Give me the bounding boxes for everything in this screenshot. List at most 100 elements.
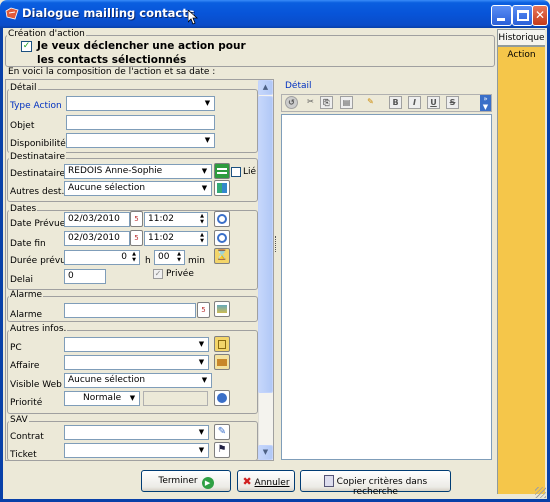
annuler-label: Annuler: [254, 478, 290, 488]
contrat-open-button[interactable]: ✎: [214, 424, 230, 440]
time-fin-input[interactable]: 11:02 ▲ ▼: [144, 231, 208, 246]
duration-button[interactable]: ⌛: [214, 248, 230, 264]
disponibilite-label: Disponibilité: [10, 139, 66, 149]
contact-card-button[interactable]: [214, 163, 230, 179]
tab-historique[interactable]: Historique: [497, 29, 545, 46]
toolbar-more-icon[interactable]: » ▼: [480, 95, 491, 111]
italic-icon[interactable]: I: [408, 96, 421, 109]
copier-criteres-button[interactable]: Copier critères dans recherche: [300, 470, 451, 497]
chevron-down-icon[interactable]: ▼: [196, 357, 207, 368]
date-prevue-input[interactable]: 02/03/2010: [64, 212, 130, 227]
contrat-select[interactable]: ▼: [64, 425, 209, 440]
editor-label: Détail: [285, 81, 312, 91]
alarme-label: Alarme: [10, 310, 43, 320]
date-prevue-clock-button[interactable]: [214, 211, 230, 227]
priorite-select[interactable]: Normale ▼: [64, 391, 140, 406]
terminer-label: Terminer: [158, 476, 198, 486]
affaire-label: Affaire: [10, 361, 40, 371]
pc-select[interactable]: ▼: [64, 337, 209, 352]
alarme-calendar-button[interactable]: 5: [197, 302, 210, 318]
type-action-select[interactable]: ▼: [66, 96, 215, 111]
autres-dest-label: Autres dest.: [10, 187, 65, 197]
date-fin-timer-button[interactable]: [214, 230, 230, 246]
close-button[interactable]: ✕: [532, 5, 548, 26]
tab-action[interactable]: Action: [497, 46, 545, 63]
copy-icon[interactable]: ⎘: [320, 96, 333, 109]
affaire-open-button[interactable]: [214, 354, 230, 370]
copy-criteria-icon: [323, 475, 334, 487]
scroll-up-arrow[interactable]: ▲: [258, 80, 273, 95]
date-prevue-calendar-button[interactable]: 5: [130, 211, 143, 227]
delai-value: 0: [68, 271, 74, 281]
minutes-spinner-icon[interactable]: ▲ ▼: [175, 251, 183, 263]
action-checkbox-label-line2: les contacts sélectionnés: [37, 54, 187, 66]
grid-select-icon: [217, 183, 227, 193]
priorite-value: Normale: [83, 393, 122, 403]
chevron-down-icon[interactable]: ▼: [199, 183, 210, 194]
annuler-button[interactable]: ✖ Annuler: [237, 470, 295, 492]
duree-label: Durée prévue: [10, 256, 72, 266]
autres-dest-select[interactable]: Aucune sélection ▼: [64, 181, 212, 196]
alarme-image-button[interactable]: [214, 301, 230, 317]
cut-icon[interactable]: ✂: [304, 96, 317, 109]
chevron-down-icon[interactable]: ▼: [199, 166, 210, 177]
visible-web-select[interactable]: Aucune sélection ▼: [64, 373, 212, 388]
objet-input[interactable]: [66, 115, 215, 130]
scroll-down-arrow[interactable]: ▼: [258, 445, 273, 460]
chevron-down-icon[interactable]: ▼: [196, 445, 207, 456]
date-fin-calendar-button[interactable]: 5: [130, 230, 143, 246]
splitter-handle[interactable]: [275, 236, 278, 252]
tab-action-label: Action: [507, 50, 536, 60]
ticket-open-button[interactable]: ⚑: [214, 442, 230, 458]
privee-label: Privée: [166, 269, 194, 279]
scroll-thumb[interactable]: [258, 96, 273, 393]
hours-spinner-icon[interactable]: ▲ ▼: [130, 251, 138, 263]
chevron-down-icon[interactable]: ▼: [127, 393, 138, 404]
privee-checkbox[interactable]: ✓: [153, 269, 163, 279]
undo-icon[interactable]: ↺: [285, 96, 298, 109]
highlight-icon[interactable]: ✎: [364, 96, 377, 109]
lie-checkbox[interactable]: [231, 167, 241, 177]
action-checkbox[interactable]: ✓: [21, 41, 32, 52]
close-icon: ✕: [534, 8, 546, 22]
underline-icon[interactable]: U: [427, 96, 440, 109]
disponibilite-select[interactable]: ▼: [66, 133, 215, 148]
bold-icon[interactable]: B: [389, 96, 402, 109]
chevron-down-icon[interactable]: ▼: [202, 135, 213, 146]
panel-splitter[interactable]: [274, 80, 279, 460]
duree-minutes-input[interactable]: 00 ▲ ▼: [154, 250, 185, 265]
chevron-down-icon[interactable]: ▼: [199, 375, 210, 386]
ticket-select[interactable]: ▼: [64, 443, 209, 458]
delai-input[interactable]: 0: [64, 269, 106, 284]
time-prevue-input[interactable]: 11:02 ▲ ▼: [144, 212, 208, 227]
priorite-refresh-button[interactable]: [214, 390, 230, 406]
autres-dest-value: Aucune sélection: [68, 183, 146, 193]
objet-label: Objet: [10, 121, 35, 131]
pc-open-button[interactable]: [214, 336, 230, 352]
duree-hours-input[interactable]: 0 ▲ ▼: [64, 250, 140, 265]
folder-icon: [218, 340, 226, 349]
stopwatch-icon: [217, 233, 227, 243]
chevron-down-icon[interactable]: ▼: [202, 98, 213, 109]
chevron-down-icon[interactable]: ▼: [196, 427, 207, 438]
multi-select-button[interactable]: [214, 180, 230, 196]
terminer-button[interactable]: Terminer ▶: [141, 470, 231, 492]
clock-icon: [217, 214, 227, 224]
date-fin-label: Date fin: [10, 239, 46, 249]
pc-label: PC: [10, 343, 22, 353]
paste-icon[interactable]: ▤: [340, 96, 353, 109]
time-spinner-icon[interactable]: ▲ ▼: [198, 232, 206, 244]
destinataire-select[interactable]: REDOIS Anne-Sophie ▼: [64, 164, 212, 179]
chevron-down-icon[interactable]: ▼: [196, 339, 207, 350]
resize-grip-icon[interactable]: [535, 487, 546, 498]
minimize-button[interactable]: [491, 5, 512, 26]
strikethrough-icon[interactable]: S: [446, 96, 459, 109]
affaire-select[interactable]: ▼: [64, 355, 209, 370]
sav-group-label: SAV: [9, 415, 29, 425]
time-spinner-icon[interactable]: ▲ ▼: [198, 213, 206, 225]
maximize-button[interactable]: [512, 5, 533, 26]
alarme-input[interactable]: [64, 303, 196, 318]
cancel-icon: ✖: [242, 475, 252, 488]
editor-area[interactable]: [281, 114, 492, 460]
date-fin-input[interactable]: 02/03/2010: [64, 231, 130, 246]
